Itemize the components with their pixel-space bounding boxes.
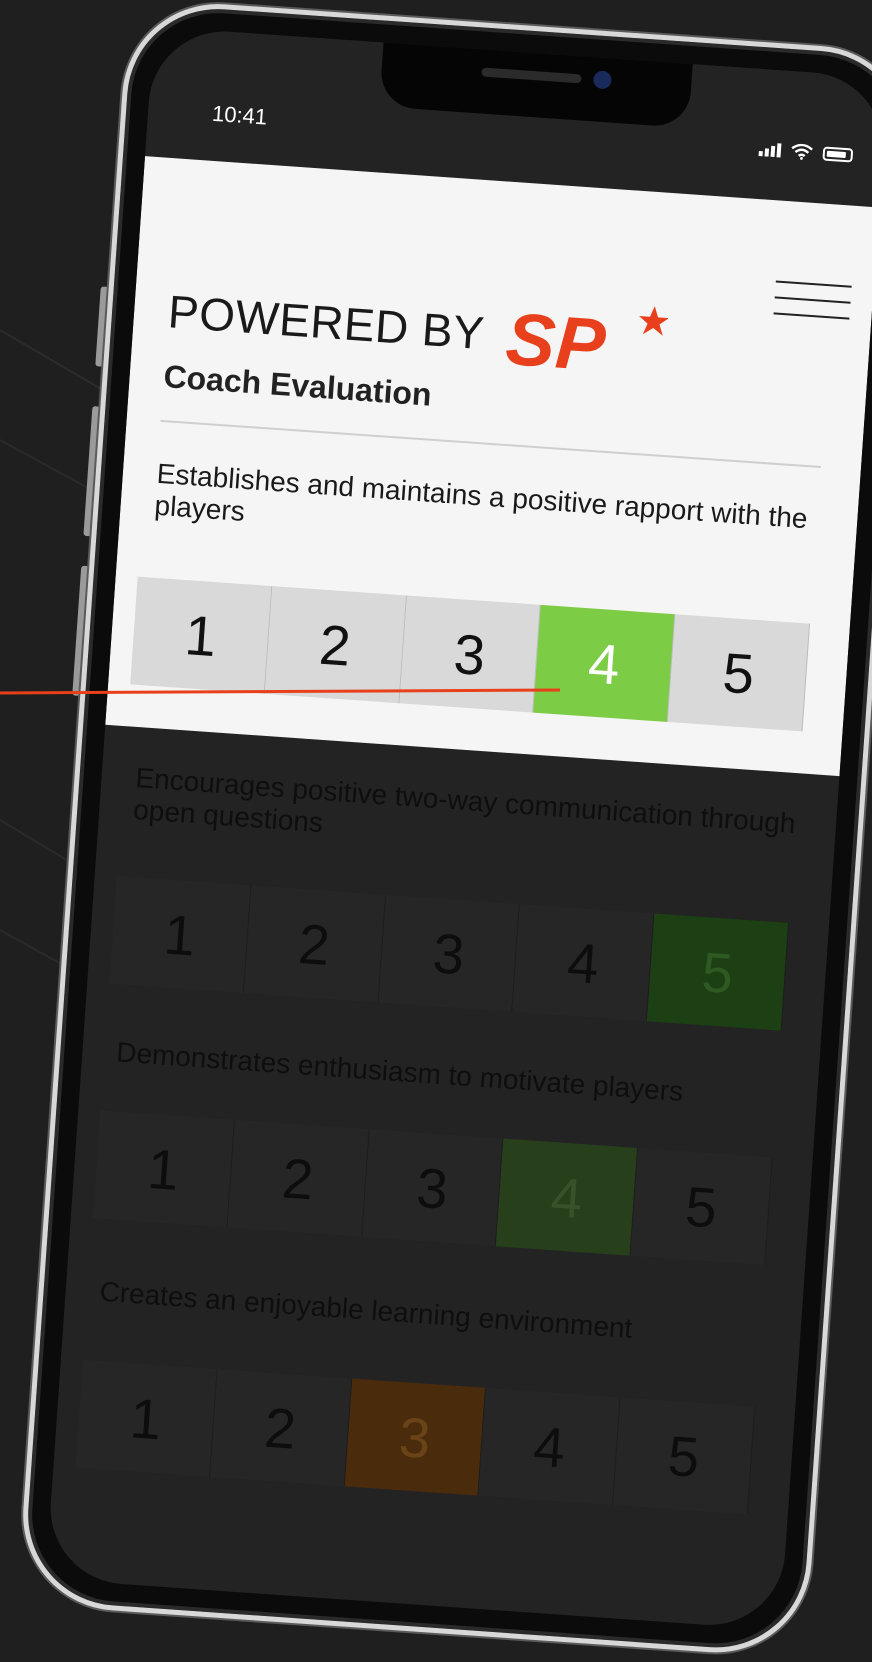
rating-4-option-2[interactable]: 2 xyxy=(209,1369,352,1487)
wifi-icon xyxy=(791,143,813,160)
rating-2-option-4[interactable]: 4 xyxy=(512,904,655,1022)
rating-2-option-3[interactable]: 3 xyxy=(378,894,521,1012)
signal-icon xyxy=(758,142,782,158)
rating-scale-3: 1 2 3 4 5 xyxy=(92,1110,773,1266)
rating-1-option-4-selected[interactable]: 4 xyxy=(533,604,676,723)
rating-3-option-4-selected[interactable]: 4 xyxy=(496,1138,639,1256)
rating-4-option-5[interactable]: 5 xyxy=(613,1397,756,1515)
rating-3-option-3[interactable]: 3 xyxy=(361,1129,504,1247)
rating-3-option-1[interactable]: 1 xyxy=(92,1110,235,1228)
menu-icon[interactable] xyxy=(773,280,852,333)
evaluation-header-area: POWERED BY SP Coach Evaluation Establish… xyxy=(105,156,872,777)
rating-1-option-3[interactable]: 3 xyxy=(399,595,542,713)
rating-4-option-3-selected[interactable]: 3 xyxy=(344,1378,487,1496)
question-4-text: Creates an enjoyable learning environmen… xyxy=(98,1275,634,1344)
front-camera xyxy=(592,70,613,90)
battery-icon xyxy=(822,146,854,163)
notch xyxy=(379,38,694,128)
status-icons xyxy=(758,141,854,164)
speaker-grille xyxy=(481,67,582,84)
rating-1-option-1[interactable]: 1 xyxy=(130,576,273,694)
rating-scale-4: 1 2 3 4 5 xyxy=(75,1359,756,1515)
svg-text:SP: SP xyxy=(503,297,608,387)
rating-2-option-2[interactable]: 2 xyxy=(243,885,386,1003)
rating-3-option-2[interactable]: 2 xyxy=(227,1119,370,1237)
sp-logo: SP xyxy=(503,297,669,387)
rating-scale-1: 1 2 3 4 5 xyxy=(130,576,811,732)
rating-scale-2: 1 2 3 4 5 xyxy=(109,875,790,1031)
status-time: 10:41 xyxy=(211,100,268,130)
rating-2-option-1[interactable]: 1 xyxy=(109,875,252,994)
powered-by-label: POWERED BY xyxy=(166,285,487,360)
star-icon xyxy=(638,306,669,336)
question-2-text: Encourages positive two-way communicatio… xyxy=(132,762,797,840)
rating-4-option-1[interactable]: 1 xyxy=(75,1359,218,1477)
title-divider xyxy=(160,419,822,469)
rating-1-option-5[interactable]: 5 xyxy=(668,614,811,732)
phone-mockup: 10:41 POWERED BY SP Coach Evaluation Est… xyxy=(0,0,872,1659)
phone-frame: 10:41 POWERED BY SP Coach Evaluation Est… xyxy=(16,0,872,1659)
rating-4-option-4[interactable]: 4 xyxy=(478,1387,621,1506)
question-1-text: Establishes and maintains a positive rap… xyxy=(153,457,809,535)
question-3-text: Demonstrates enthusiasm to motivate play… xyxy=(115,1036,685,1107)
rating-3-option-5[interactable]: 5 xyxy=(630,1147,773,1266)
phone-screen: 10:41 POWERED BY SP Coach Evaluation Est… xyxy=(45,26,872,1631)
rating-1-option-2[interactable]: 2 xyxy=(264,586,407,704)
rating-2-option-5-selected[interactable]: 5 xyxy=(647,913,790,1031)
